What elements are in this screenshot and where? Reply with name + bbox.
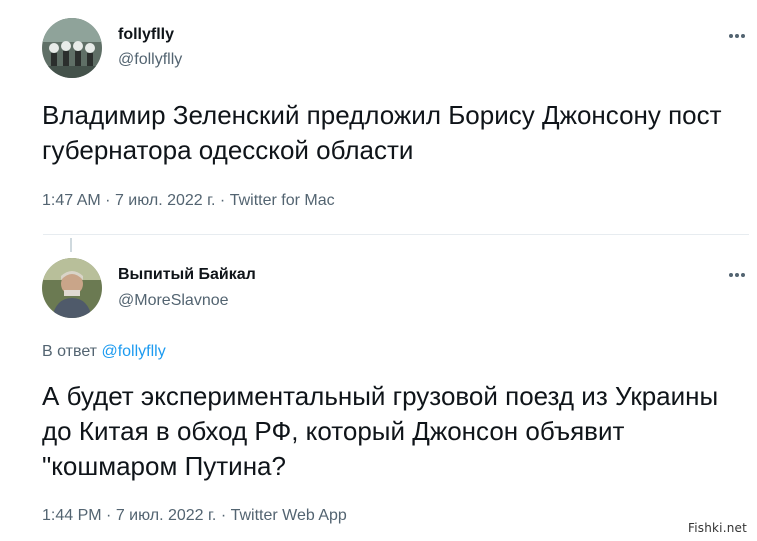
display-name[interactable]: follyflly (118, 26, 174, 44)
reply-indicator: В ответ @follyflly (42, 343, 166, 361)
tweet-text: Владимир Зеленский предложил Борису Джон… (42, 100, 722, 165)
avatar-follyflly[interactable] (42, 18, 102, 78)
more-options-button[interactable] (725, 267, 749, 283)
user-handle[interactable]: @follyflly (118, 51, 182, 69)
tweet-divider (43, 234, 749, 235)
watermark: Fishki.net (687, 521, 747, 535)
tweet-date[interactable]: 7 июл. 2022 г. (115, 192, 216, 209)
more-icon (728, 273, 733, 277)
avatar-image (42, 18, 102, 78)
meta-separator: · (220, 507, 227, 524)
reply-mention-link[interactable]: @follyflly (101, 343, 165, 360)
tweet-date[interactable]: 7 июл. 2022 г. (116, 507, 217, 524)
display-name[interactable]: Выпитый Байкал (118, 266, 256, 284)
avatar-moreslavnoe[interactable] (42, 258, 102, 318)
tweet-meta: 1:44 PM · 7 июл. 2022 г. · Twitter Web A… (42, 507, 347, 525)
tweet-text: А будет экспериментальный грузовой поезд… (42, 381, 719, 481)
meta-separator: · (105, 192, 111, 209)
meta-separator: · (219, 192, 226, 209)
tweet-time[interactable]: 1:47 AM (42, 192, 101, 209)
tweet-source[interactable]: Twitter Web App (231, 507, 347, 524)
thread-connector-line (70, 238, 72, 252)
tweet-time[interactable]: 1:44 PM (42, 507, 102, 524)
meta-separator: · (106, 507, 112, 524)
more-options-button[interactable] (725, 28, 749, 44)
reply-prefix: В ответ (42, 343, 98, 360)
more-icon (728, 34, 733, 38)
tweet-source[interactable]: Twitter for Mac (230, 192, 335, 209)
user-handle[interactable]: @MoreSlavnoe (118, 292, 229, 310)
avatar-image (42, 258, 102, 318)
tweet-meta: 1:47 AM · 7 июл. 2022 г. · Twitter for M… (42, 192, 335, 210)
